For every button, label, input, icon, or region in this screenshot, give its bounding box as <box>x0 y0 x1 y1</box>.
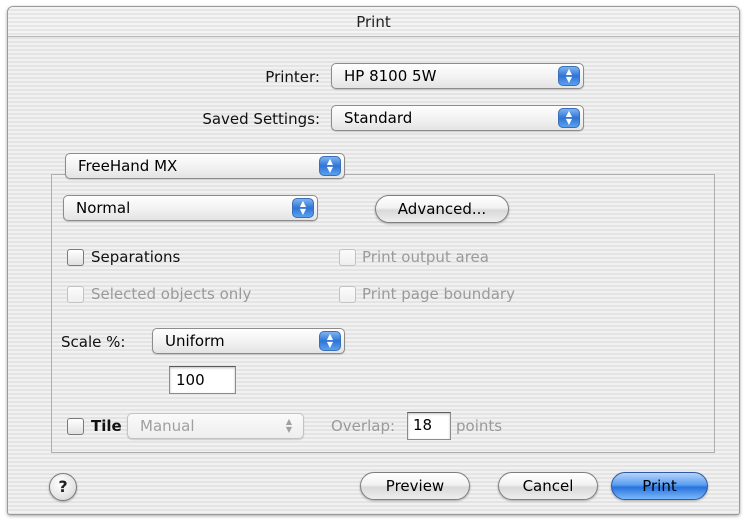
scale-mode-popup[interactable]: Uniform ▲ ▼ <box>152 328 345 354</box>
window-title: Print <box>8 7 739 37</box>
popup-arrows-icon: ▲ ▼ <box>319 331 341 351</box>
overlap-label: Overlap: <box>331 417 396 435</box>
popup-arrows-icon: ▲ ▼ <box>558 66 580 86</box>
scale-mode-value: Uniform <box>165 332 225 350</box>
saved-settings-value: Standard <box>344 109 413 127</box>
print-page-boundary-label: Print page boundary <box>362 285 515 303</box>
selected-objects-only-label: Selected objects only <box>91 285 252 303</box>
overlap-unit-label: points <box>456 417 503 435</box>
overlap-value-field[interactable]: 18 <box>407 412 451 440</box>
scale-value-field[interactable]: 100 <box>169 366 236 394</box>
tile-mode-popup[interactable]: Manual ▲ ▼ <box>127 413 304 439</box>
mode-value: Normal <box>76 199 131 217</box>
printer-popup[interactable]: HP 8100 5W ▲ ▼ <box>331 63 584 89</box>
mode-popup[interactable]: Normal ▲ ▼ <box>63 195 318 221</box>
print-output-area-label: Print output area <box>362 248 489 266</box>
popup-arrows-icon: ▲ ▼ <box>292 198 314 218</box>
selected-objects-only-checkbox[interactable] <box>67 286 84 303</box>
saved-settings-popup[interactable]: Standard ▲ ▼ <box>331 105 584 131</box>
panel-value: FreeHand MX <box>78 157 178 175</box>
print-button[interactable]: Print <box>611 472 708 500</box>
popup-arrows-icon: ▲ ▼ <box>319 156 341 176</box>
cancel-button[interactable]: Cancel <box>498 472 598 500</box>
print-page-boundary-checkbox[interactable] <box>339 286 356 303</box>
tile-mode-value: Manual <box>140 417 195 435</box>
printer-label: Printer: <box>265 68 320 86</box>
printer-value: HP 8100 5W <box>344 67 437 85</box>
tile-checkbox[interactable] <box>67 418 84 435</box>
print-dialog: Print Printer: HP 8100 5W ▲ ▼ Saved Setti… <box>7 6 740 515</box>
separations-label[interactable]: Separations <box>91 248 180 266</box>
popup-arrows-icon: ▲ ▼ <box>285 417 293 434</box>
help-button[interactable]: ? <box>49 473 77 501</box>
popup-arrows-icon: ▲ ▼ <box>558 108 580 128</box>
advanced-button[interactable]: Advanced... <box>375 195 509 223</box>
scale-label: Scale %: <box>61 333 126 351</box>
tile-label[interactable]: Tile <box>91 417 122 435</box>
separations-checkbox[interactable] <box>67 249 84 266</box>
print-output-area-checkbox[interactable] <box>339 249 356 266</box>
saved-settings-label: Saved Settings: <box>202 110 320 128</box>
panel-popup[interactable]: FreeHand MX ▲ ▼ <box>65 153 345 179</box>
preview-button[interactable]: Preview <box>360 472 470 500</box>
